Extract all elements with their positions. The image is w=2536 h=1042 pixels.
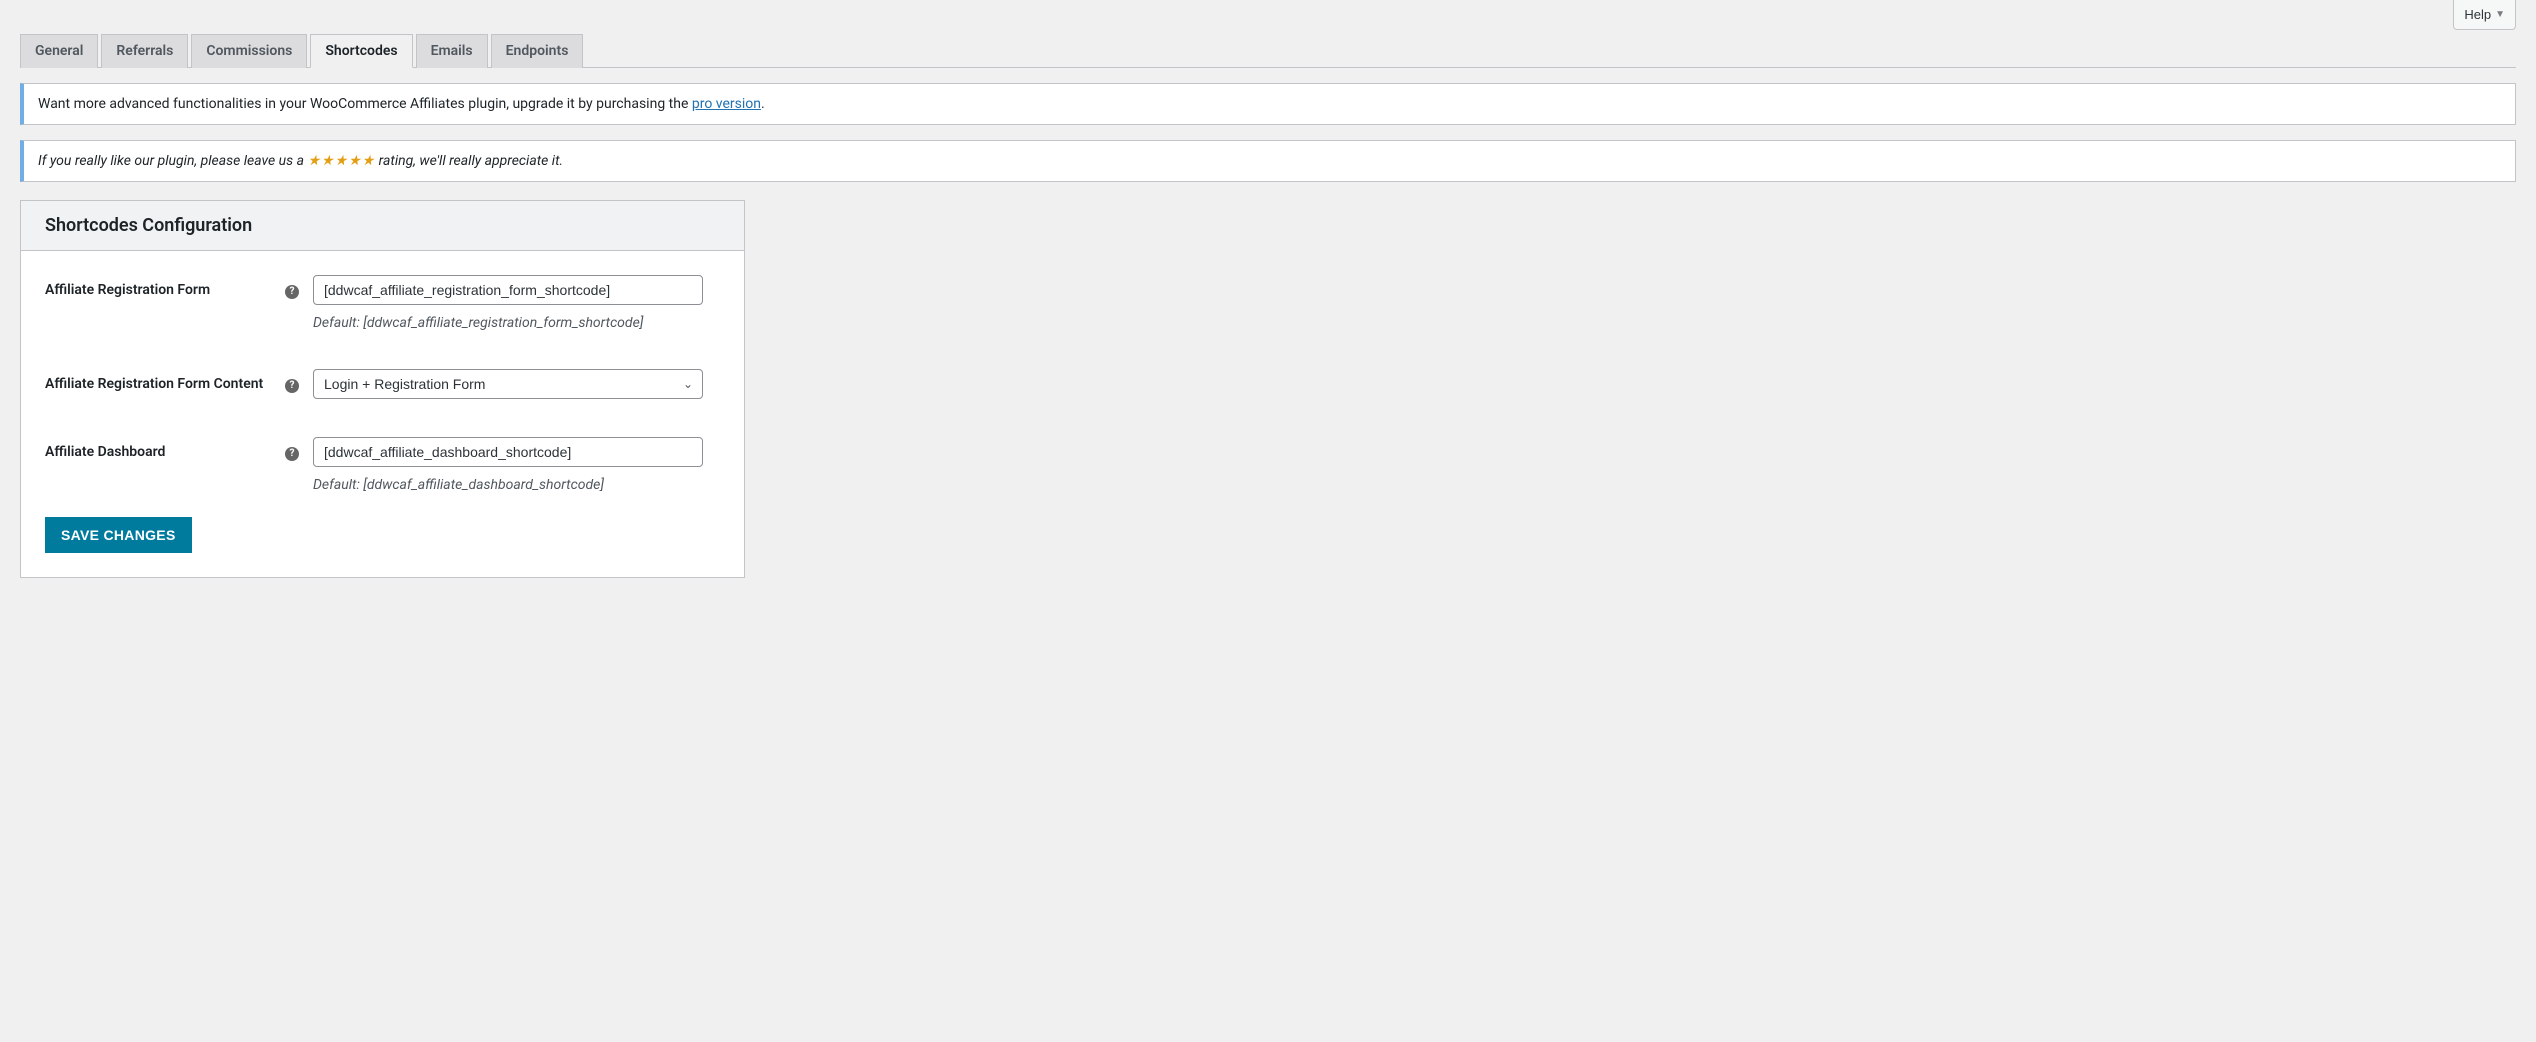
panel-title: Shortcodes Configuration bbox=[21, 201, 744, 251]
pro-version-link[interactable]: pro version bbox=[692, 96, 761, 112]
help-label: Help bbox=[2464, 7, 2491, 22]
label-registration-form-content: Affiliate Registration Form Content bbox=[45, 369, 285, 394]
help-toggle-button[interactable]: Help ▼ bbox=[2453, 0, 2516, 30]
tab-shortcodes[interactable]: Shortcodes bbox=[310, 34, 412, 68]
registration-form-default-text: Default: [ddwcaf_affiliate_registration_… bbox=[313, 315, 720, 331]
caret-down-icon: ▼ bbox=[2495, 9, 2505, 20]
tab-referrals[interactable]: Referrals bbox=[101, 34, 188, 68]
star-icon: ★★★★★ bbox=[307, 153, 375, 169]
rating-post-text: rating, we'll really appreciate it. bbox=[379, 153, 563, 169]
field-row-dashboard: Affiliate Dashboard ? Default: [ddwcaf_a… bbox=[45, 437, 720, 493]
tab-commissions[interactable]: Commissions bbox=[191, 34, 307, 68]
rating-notice: If you really like our plugin, please le… bbox=[20, 140, 2516, 182]
registration-form-shortcode-input[interactable] bbox=[313, 275, 703, 305]
tab-endpoints[interactable]: Endpoints bbox=[491, 34, 584, 68]
notice-period: . bbox=[761, 96, 765, 112]
tab-general[interactable]: General bbox=[20, 34, 98, 68]
dashboard-shortcode-input[interactable] bbox=[313, 437, 703, 467]
save-changes-button[interactable]: Save Changes bbox=[45, 517, 192, 553]
shortcodes-panel: Shortcodes Configuration Affiliate Regis… bbox=[20, 200, 745, 578]
registration-form-content-select-wrap: Login + Registration Form ⌄ bbox=[313, 369, 703, 399]
help-icon[interactable]: ? bbox=[285, 369, 305, 393]
notice-text: Want more advanced functionalities in yo… bbox=[38, 96, 688, 112]
help-icon[interactable]: ? bbox=[285, 437, 305, 461]
field-row-registration-form-content: Affiliate Registration Form Content ? Lo… bbox=[45, 369, 720, 399]
help-icon[interactable]: ? bbox=[285, 275, 305, 299]
label-registration-form: Affiliate Registration Form bbox=[45, 275, 285, 300]
dashboard-default-text: Default: [ddwcaf_affiliate_dashboard_sho… bbox=[313, 477, 720, 493]
upgrade-notice: Want more advanced functionalities in yo… bbox=[20, 83, 2516, 125]
settings-tabs: General Referrals Commissions Shortcodes… bbox=[20, 34, 2516, 68]
rating-pre-text: If you really like our plugin, please le… bbox=[38, 153, 304, 169]
registration-form-content-select[interactable]: Login + Registration Form bbox=[313, 369, 703, 399]
label-dashboard: Affiliate Dashboard bbox=[45, 437, 285, 462]
field-row-registration-form: Affiliate Registration Form ? Default: [… bbox=[45, 275, 720, 331]
tab-emails[interactable]: Emails bbox=[416, 34, 488, 68]
